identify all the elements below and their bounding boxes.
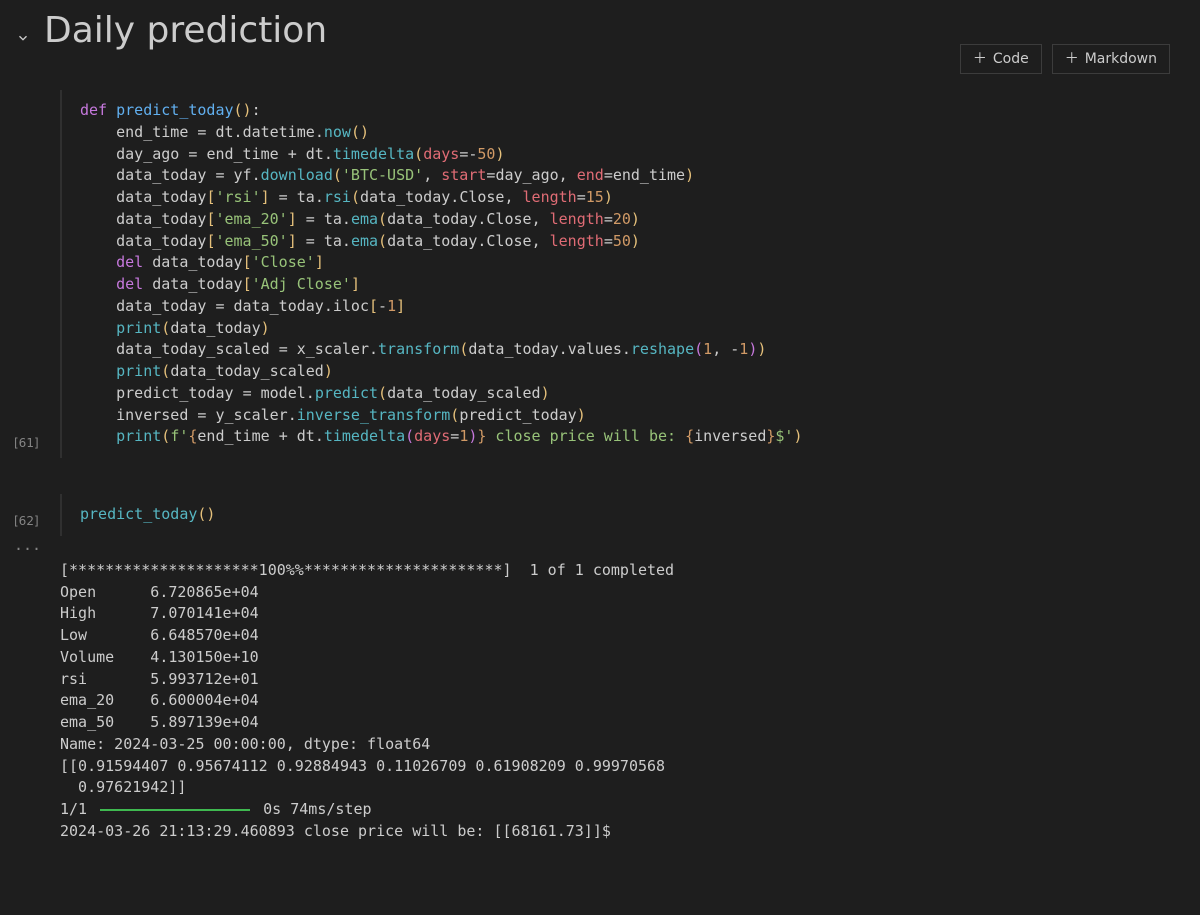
progress-bar [100,809,250,811]
plus-icon: ＋ [1065,52,1079,66]
code-content[interactable]: predict_today() [80,504,1182,526]
output-line: [[0.91594407 0.95674112 0.92884943 0.110… [60,756,1186,778]
output-line: ema_20 6.600004e+04 [60,690,1186,712]
output-line: 0.97621942]] [60,777,1186,799]
output-line: Open 6.720865e+04 [60,582,1186,604]
execution-count: [61] [14,428,60,458]
output-progress-line: 1/1 0s 74ms/step [60,799,1186,821]
output-line: Name: 2024-03-25 00:00:00, dtype: float6… [60,734,1186,756]
section-title: Daily prediction [44,10,327,51]
output-line: [*********************100%%*************… [60,560,1186,582]
output-line: ema_50 5.897139e+04 [60,712,1186,734]
cell-toolbar: ＋ Code ＋ Markdown [960,44,1170,74]
code-content[interactable]: def predict_today(): end_time = dt.datet… [80,100,1182,448]
add-code-button[interactable]: ＋ Code [960,44,1042,74]
add-code-label: Code [993,51,1029,67]
output-line: rsi 5.993712e+01 [60,669,1186,691]
add-markdown-button[interactable]: ＋ Markdown [1052,44,1170,74]
output-line: 2024-03-26 21:13:29.460893 close price w… [60,821,1186,843]
notebook-cells: [61] def predict_today(): end_time = dt.d… [0,90,1200,536]
code-cell[interactable]: [62] predict_today() [0,494,1200,536]
output-truncation-dots[interactable]: ... [0,536,1200,554]
plus-icon: ＋ [973,52,987,66]
add-markdown-label: Markdown [1085,51,1157,67]
cell-output: [*********************100%%*************… [0,554,1200,843]
output-line: Volume 4.130150e+10 [60,647,1186,669]
collapse-section-icon[interactable] [14,29,32,47]
output-line: High 7.070141e+04 [60,603,1186,625]
output-line: Low 6.648570e+04 [60,625,1186,647]
code-editor[interactable]: predict_today() [60,494,1200,536]
execution-count: [62] [14,506,60,536]
code-editor[interactable]: def predict_today(): end_time = dt.datet… [60,90,1200,458]
code-cell[interactable]: [61] def predict_today(): end_time = dt.d… [0,90,1200,458]
